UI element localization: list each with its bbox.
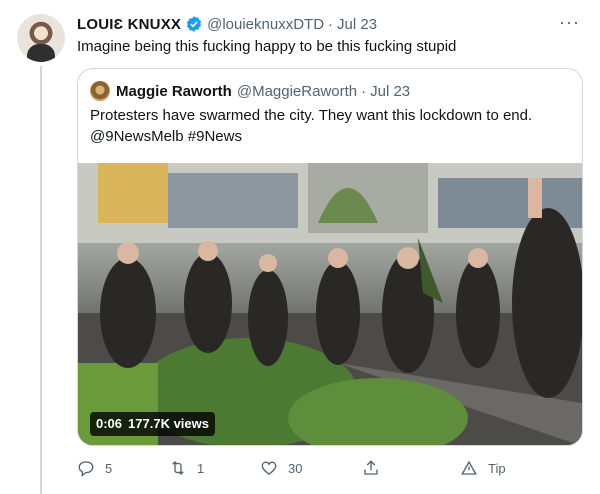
share-icon bbox=[364, 460, 378, 475]
reply-icon bbox=[78, 461, 94, 477]
quoted-tweet-header: Maggie Raworth @MaggieRaworth · Jul 23 bbox=[90, 81, 410, 101]
retweet-icon bbox=[172, 461, 184, 475]
author-handle[interactable]: @louieknuxxDTD bbox=[207, 16, 324, 33]
separator-dot: · bbox=[361, 82, 367, 100]
tip-icon bbox=[461, 460, 477, 475]
tweet-header: LOUIƐ KNUXX @louieknuxxDTD · Jul 23 ··· bbox=[77, 13, 580, 35]
video-frame bbox=[78, 163, 582, 445]
thread-line bbox=[40, 66, 42, 494]
retweet-count: 1 bbox=[197, 460, 205, 476]
quoted-author-name: Maggie Raworth bbox=[116, 82, 232, 100]
like-icon bbox=[261, 461, 277, 475]
share-button[interactable] bbox=[362, 459, 380, 477]
tip-button[interactable]: Tip bbox=[460, 459, 506, 477]
tweet-text: Imagine being this fucking happy to be t… bbox=[77, 38, 457, 55]
quoted-tweet-date: Jul 23 bbox=[370, 82, 411, 100]
reply-count: 5 bbox=[105, 460, 113, 476]
quoted-avatar bbox=[90, 81, 110, 101]
verified-icon bbox=[186, 16, 202, 32]
video-stats-badge: 0:06 177.7K views bbox=[90, 412, 215, 436]
tweet-date[interactable]: Jul 23 bbox=[337, 16, 377, 33]
more-icon[interactable]: ··· bbox=[559, 13, 580, 31]
retweet-button[interactable]: 1 bbox=[169, 459, 204, 477]
author-name[interactable]: LOUIƐ KNUXX bbox=[77, 16, 181, 33]
like-count: 30 bbox=[288, 460, 303, 476]
avatar[interactable] bbox=[17, 14, 65, 62]
separator-dot: · bbox=[328, 15, 334, 33]
video-duration: 0:06 bbox=[96, 416, 123, 431]
quoted-tweet[interactable]: Maggie Raworth @MaggieRaworth · Jul 23 P… bbox=[77, 68, 583, 446]
action-bar: 5 1 30 Tip bbox=[77, 456, 517, 480]
video-views: 177.7K views bbox=[128, 416, 209, 431]
video-player[interactable]: 0:06 177.7K views bbox=[78, 163, 582, 445]
tip-label: Tip bbox=[488, 460, 506, 476]
reply-button[interactable]: 5 bbox=[77, 459, 112, 477]
quoted-author-handle: @MaggieRaworth bbox=[236, 82, 358, 100]
like-button[interactable]: 30 bbox=[260, 459, 302, 477]
quoted-tweet-text: Protesters have swarmed the city. They w… bbox=[90, 107, 533, 145]
